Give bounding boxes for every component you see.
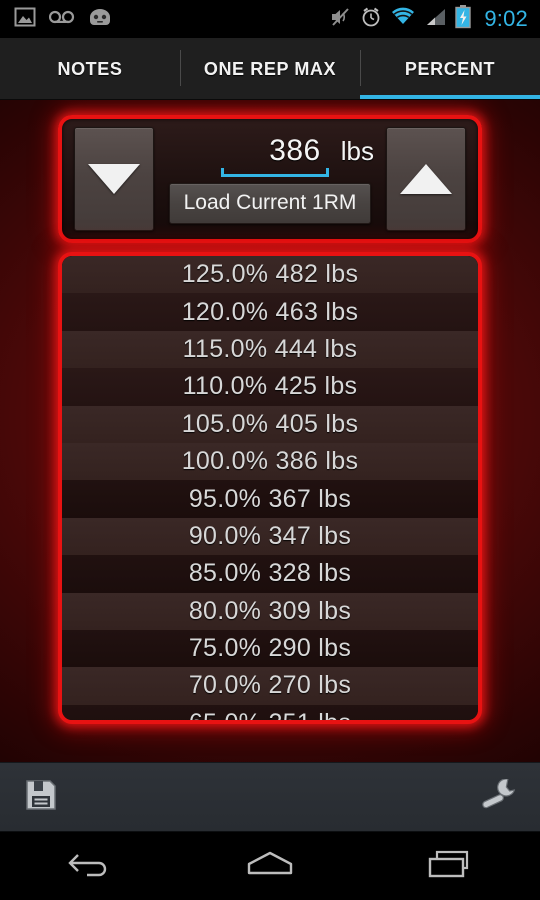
battery-charging-icon bbox=[455, 4, 472, 34]
weight-unit: lbs bbox=[311, 671, 352, 700]
home-icon bbox=[246, 849, 294, 884]
percent-value: 110.0% bbox=[182, 372, 268, 401]
percent-value: 85.0% bbox=[188, 559, 262, 588]
status-bar-notifications bbox=[14, 6, 112, 33]
percent-row[interactable]: 125.0% 482 lbs bbox=[62, 256, 478, 294]
weight-unit: lbs bbox=[311, 596, 352, 625]
status-bar: 9:02 bbox=[0, 0, 540, 38]
content-area: 386 lbs Load Current 1RM 125.0% 482 lbs 1… bbox=[0, 100, 540, 762]
percent-row[interactable]: 75.0% 290 lbs bbox=[62, 629, 478, 668]
percent-row[interactable]: 115.0% 444 lbs bbox=[62, 330, 478, 369]
home-button[interactable] bbox=[210, 832, 330, 900]
percent-row[interactable]: 90.0% 347 lbs bbox=[62, 517, 478, 556]
percent-value: 115.0% bbox=[182, 334, 268, 363]
percent-row[interactable]: 80.0% 309 lbs bbox=[62, 592, 478, 630]
percent-row[interactable]: 100.0% 386 lbs bbox=[62, 442, 478, 481]
save-floppy-icon[interactable] bbox=[24, 778, 58, 817]
percent-value: 105.0% bbox=[181, 409, 269, 438]
weight-value: 347 bbox=[261, 521, 312, 550]
percent-row[interactable]: 85.0% 328 lbs bbox=[62, 555, 478, 593]
voicemail-icon bbox=[48, 9, 75, 30]
weight-value: 328 bbox=[261, 559, 312, 588]
gallery-image-icon bbox=[14, 6, 36, 33]
weight-value: 405 bbox=[268, 409, 319, 438]
phone-screen: 9:02 NOTES ONE REP MAX PERCENT 386 lbs L… bbox=[0, 0, 540, 900]
weight-unit: lbs bbox=[311, 521, 352, 550]
weight-unit: lbs bbox=[311, 634, 352, 663]
weight-unit: lbs bbox=[318, 260, 359, 289]
weight-input-panel: 386 lbs Load Current 1RM bbox=[58, 115, 482, 243]
percent-row[interactable]: 105.0% 405 lbs bbox=[62, 405, 478, 443]
alarm-clock-icon bbox=[360, 6, 382, 33]
tab-percent-label: PERCENT bbox=[404, 58, 496, 79]
weight-input[interactable]: 386 bbox=[220, 134, 329, 177]
percent-row[interactable]: 65.0% 251 lbs bbox=[62, 704, 478, 720]
weight-field-group: 386 lbs Load Current 1RM bbox=[154, 127, 386, 231]
weight-unit: lbs bbox=[311, 484, 352, 513]
percent-row[interactable]: 70.0% 270 lbs bbox=[62, 667, 478, 705]
weight-value: 482 bbox=[268, 260, 319, 289]
percent-value: 95.0% bbox=[188, 484, 262, 513]
tab-one-rep-max[interactable]: ONE REP MAX bbox=[180, 38, 360, 100]
tab-one-rep-max-label: ONE REP MAX bbox=[203, 58, 337, 79]
weight-value: 309 bbox=[261, 596, 312, 625]
weight-unit: lbs bbox=[318, 447, 359, 476]
wifi-icon bbox=[391, 7, 415, 32]
tab-bar: NOTES ONE REP MAX PERCENT bbox=[0, 38, 540, 100]
back-arrow-icon bbox=[67, 849, 113, 884]
percent-row[interactable]: 95.0% 367 lbs bbox=[62, 480, 478, 518]
mute-icon bbox=[329, 6, 351, 33]
weight-unit: lbs bbox=[317, 372, 358, 401]
decrement-button[interactable] bbox=[74, 127, 154, 231]
tab-notes-label: NOTES bbox=[57, 58, 123, 79]
status-bar-clock: 9:02 bbox=[484, 6, 528, 31]
percent-list-panel[interactable]: 125.0% 482 lbs 120.0% 463 lbs 115.0% 444 l… bbox=[58, 252, 482, 724]
back-button[interactable] bbox=[30, 832, 150, 900]
cell-signal-icon bbox=[424, 7, 446, 32]
percent-value: 70.0% bbox=[188, 671, 262, 700]
percent-value: 80.0% bbox=[188, 596, 262, 625]
weight-unit-label: lbs bbox=[340, 136, 374, 166]
input-underline bbox=[220, 168, 329, 177]
percent-value: 120.0% bbox=[181, 297, 269, 326]
weight-value: 270 bbox=[261, 671, 312, 700]
weight-unit: lbs bbox=[318, 297, 359, 326]
weight-value: 386 bbox=[268, 447, 319, 476]
android-robot-icon bbox=[88, 7, 112, 32]
percent-value: 100.0% bbox=[181, 447, 269, 476]
weight-unit: lbs bbox=[311, 559, 352, 588]
weight-value: 251 bbox=[261, 709, 311, 720]
weight-value: 425 bbox=[267, 372, 318, 401]
percent-row[interactable]: 110.0% 425 lbs bbox=[62, 368, 478, 406]
weight-value-row: 386 lbs bbox=[162, 134, 378, 177]
weight-value: 367 bbox=[261, 484, 312, 513]
weight-value: 463 bbox=[268, 297, 319, 326]
percent-row[interactable]: 120.0% 463 lbs bbox=[62, 293, 478, 331]
recent-apps-icon bbox=[427, 849, 473, 884]
percent-value: 75.0% bbox=[188, 634, 262, 663]
weight-unit: lbs bbox=[317, 334, 358, 363]
status-bar-system-icons: 9:02 bbox=[329, 4, 528, 34]
increment-button[interactable] bbox=[386, 127, 466, 231]
weight-unit: lbs bbox=[311, 709, 351, 720]
chevron-down-icon bbox=[88, 164, 140, 194]
percent-value: 65.0% bbox=[189, 709, 261, 720]
weight-input-value: 386 bbox=[269, 134, 321, 167]
percent-list[interactable]: 125.0% 482 lbs 120.0% 463 lbs 115.0% 444 l… bbox=[62, 256, 478, 720]
wrench-icon[interactable] bbox=[480, 777, 516, 816]
percent-value: 90.0% bbox=[188, 521, 262, 550]
weight-unit: lbs bbox=[318, 409, 359, 438]
system-navigation-bar bbox=[0, 832, 540, 900]
recent-apps-button[interactable] bbox=[390, 832, 510, 900]
tab-percent[interactable]: PERCENT bbox=[360, 38, 540, 100]
chevron-up-icon bbox=[400, 164, 452, 194]
weight-value: 444 bbox=[267, 334, 318, 363]
percent-value: 125.0% bbox=[181, 260, 269, 289]
load-current-1rm-button[interactable]: Load Current 1RM bbox=[168, 183, 372, 224]
bottom-action-bar bbox=[0, 762, 540, 832]
tab-notes[interactable]: NOTES bbox=[0, 38, 180, 100]
weight-value: 290 bbox=[261, 634, 312, 663]
